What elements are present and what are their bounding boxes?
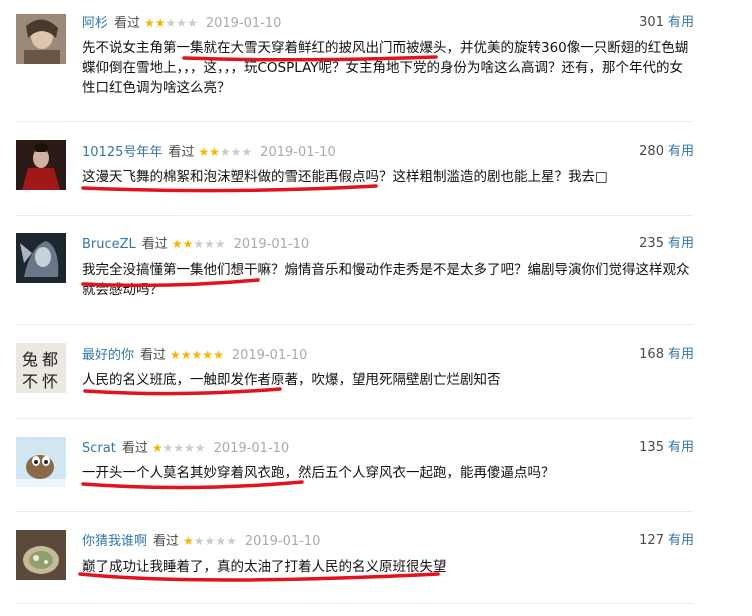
review-text: 我完全没搞懂第一集他们想干嘛？煽情音乐和慢动作走秀是不是太多了吧？编剧导演你们觉… — [82, 262, 690, 298]
svg-text:不: 不 — [22, 372, 38, 391]
watched-status: 看过 — [168, 145, 195, 160]
avatar[interactable] — [16, 233, 66, 283]
avatar[interactable] — [16, 140, 66, 190]
username-link[interactable]: 你猜我谁啊 — [82, 534, 147, 549]
vote-count: 127 — [639, 533, 664, 548]
rating-stars: ★★★★★ — [183, 534, 237, 548]
vote-count: 135 — [639, 440, 664, 455]
useful-button[interactable]: 有用 — [668, 347, 694, 362]
review-text: 这漫天飞舞的棉絮和泡沫塑料做的雪还能再假点吗？这样粗制滥造的剧也能上星？我去□ — [82, 169, 608, 185]
username-link[interactable]: 最好的你 — [82, 348, 134, 363]
watched-status: 看过 — [140, 348, 167, 363]
username-link[interactable]: 阿杉 — [82, 16, 108, 31]
review-date: 2019-01-10 — [233, 237, 310, 252]
watched-status: 看过 — [121, 441, 148, 456]
svg-text:怀: 怀 — [42, 372, 58, 391]
divider — [16, 603, 693, 604]
rating-stars: ★★★★★ — [170, 348, 224, 362]
svg-text:兔: 兔 — [22, 350, 38, 369]
divider — [16, 121, 693, 122]
avatar[interactable]: 兔 都 不 怀 — [16, 343, 66, 393]
review-date: 2019-01-10 — [213, 441, 290, 456]
vote-count: 280 — [639, 144, 664, 159]
watched-status: 看过 — [153, 534, 180, 549]
watched-status: 看过 — [114, 16, 141, 31]
avatar[interactable] — [16, 530, 66, 580]
svg-text:都: 都 — [42, 350, 58, 369]
review-date: 2019-01-10 — [260, 145, 336, 160]
divider — [16, 418, 693, 419]
review-text: 人民的名义班底，一触即发作者原著，吹爆，望甩死隔壁剧亡烂剧知否 — [82, 372, 501, 388]
useful-button[interactable]: 有用 — [668, 440, 694, 455]
review-text: 一开头一个人莫名其妙穿着风衣跑，然后五个人穿风衣一起跑，能再傻逼点吗？ — [82, 465, 555, 481]
useful-button[interactable]: 有用 — [668, 144, 694, 159]
useful-button[interactable]: 有用 — [668, 15, 694, 30]
divider — [16, 324, 693, 325]
rating-stars: ★★★★★ — [151, 441, 206, 455]
review-date: 2019-01-10 — [205, 16, 282, 31]
avatar[interactable] — [16, 437, 66, 487]
review-date: 2019-01-10 — [231, 348, 308, 363]
username-link[interactable]: Scrat — [82, 441, 116, 456]
rating-stars: ★★★★★ — [198, 145, 253, 159]
review-text: 先不说女主角第一集就在大雪天穿着鲜红的披风出门而被爆头，并优美的旋转360像一只… — [82, 40, 689, 96]
review-date: 2019-01-10 — [244, 534, 321, 549]
vote-count: 235 — [639, 236, 664, 251]
review-text: 巅了成功让我睡着了，真的太油了打着人民的名义原班很失望 — [82, 559, 447, 575]
divider — [16, 511, 693, 512]
watched-status: 看过 — [141, 237, 168, 252]
vote-count: 168 — [639, 347, 664, 362]
rating-stars: ★★★★★ — [171, 237, 226, 251]
rating-stars: ★★★★★ — [144, 16, 198, 30]
useful-button[interactable]: 有用 — [668, 236, 694, 251]
vote-count: 301 — [639, 15, 664, 30]
useful-button[interactable]: 有用 — [668, 533, 694, 548]
avatar[interactable] — [16, 14, 66, 64]
username-link[interactable]: 10125号年年 — [82, 145, 162, 160]
divider — [16, 215, 693, 216]
username-link[interactable]: BruceZL — [82, 237, 136, 252]
